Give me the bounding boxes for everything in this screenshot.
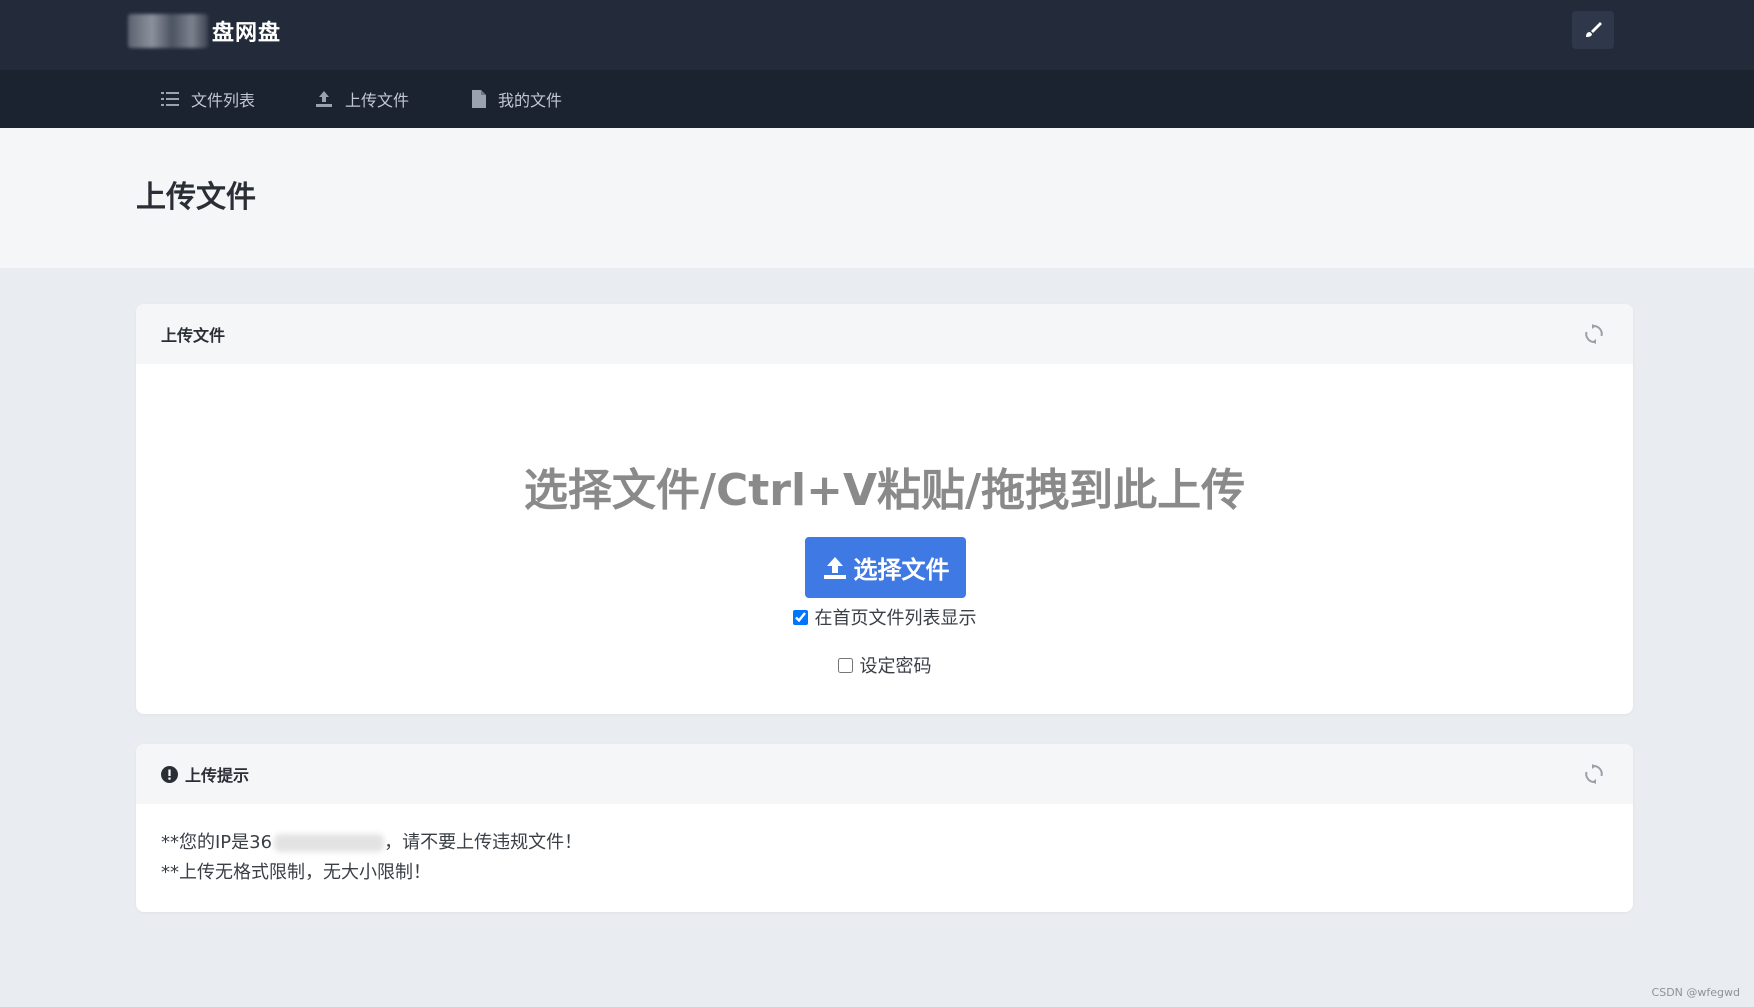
upload-icon <box>316 91 332 107</box>
refresh-icon[interactable] <box>1583 323 1605 345</box>
tips-card-title: 上传提示 <box>185 766 250 785</box>
file-icon <box>472 90 486 108</box>
password-option[interactable]: 设定密码 <box>136 652 1633 678</box>
choose-file-button[interactable]: 选择文件 <box>805 537 966 598</box>
nav-item-upload[interactable]: 上传文件 <box>315 70 409 128</box>
brand-redacted <box>128 14 208 48</box>
page-header <box>0 128 1754 268</box>
main-nav: 文件列表 上传文件 我的文件 <box>0 70 1754 128</box>
brand-name: 盘网盘 <box>212 21 282 46</box>
list-icon <box>161 92 179 106</box>
watermark: CSDN @wfegwd <box>1651 986 1740 999</box>
show-in-list-option[interactable]: 在首页文件列表显示 <box>136 604 1633 630</box>
page-title: 上传文件 <box>136 180 256 215</box>
choose-file-label: 选择文件 <box>853 556 950 584</box>
upload-card: 上传文件 选择文件/Ctrl+V粘贴/拖拽到此上传 选择文件 在首页文件列表显示… <box>136 304 1633 714</box>
tip-limit-line: **上传无格式限制，无大小限制！ <box>161 862 431 883</box>
tip-ip-line: **您的IP是36 ，请不要上传违规文件！ <box>161 828 1608 858</box>
ip-redacted <box>274 834 385 852</box>
upload-card-header: 上传文件 <box>136 304 1633 364</box>
brand-logo[interactable]: 盘网盘 <box>128 14 298 48</box>
brush-icon <box>1586 22 1602 37</box>
nav-label-my-files: 我的文件 <box>498 91 563 110</box>
tips-card: 上传提示 **您的IP是36 ，请不要上传违规文件！ **上传无格式限制，无大小限… <box>136 744 1633 912</box>
tip-ip-prefix: **您的IP是36 <box>161 832 273 853</box>
nav-item-file-list[interactable]: 文件列表 <box>161 70 255 128</box>
password-checkbox[interactable] <box>837 657 853 673</box>
password-label: 设定密码 <box>859 656 932 677</box>
top-bar: 盘网盘 <box>0 0 1754 70</box>
theme-button[interactable] <box>1572 11 1614 49</box>
show-in-list-checkbox[interactable] <box>792 609 808 625</box>
nav-label-file-list: 文件列表 <box>191 91 256 110</box>
refresh-icon[interactable] <box>1583 763 1605 785</box>
show-in-list-label: 在首页文件列表显示 <box>814 608 977 629</box>
tip-ip-suffix: ，请不要上传违规文件！ <box>384 832 583 853</box>
upload-icon <box>823 556 846 579</box>
nav-label-upload: 上传文件 <box>345 91 410 110</box>
upload-card-title: 上传文件 <box>161 326 226 345</box>
drop-zone[interactable]: 选择文件/Ctrl+V粘贴/拖拽到此上传 选择文件 在首页文件列表显示 设定密码 <box>136 364 1633 714</box>
tips-body: **您的IP是36 ，请不要上传违规文件！ **上传无格式限制，无大小限制！ <box>136 804 1633 912</box>
upload-hint: 选择文件/Ctrl+V粘贴/拖拽到此上传 <box>523 465 1246 516</box>
alert-icon <box>161 765 178 783</box>
nav-item-my-files[interactable]: 我的文件 <box>472 70 562 128</box>
tips-card-header: 上传提示 <box>136 744 1633 804</box>
